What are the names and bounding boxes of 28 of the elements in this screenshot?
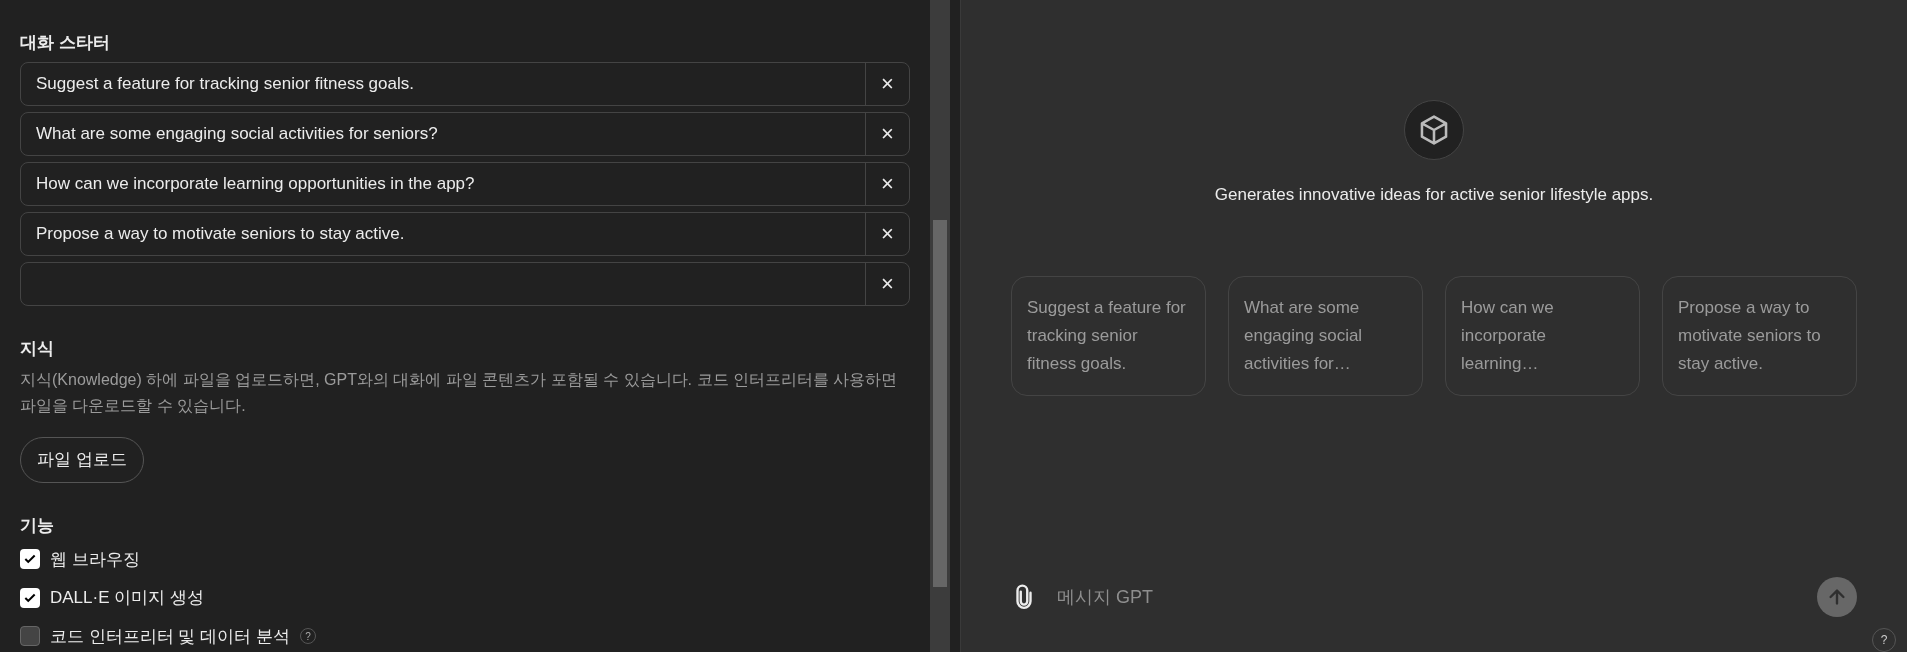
scrollbar[interactable] bbox=[930, 0, 950, 652]
section-description: 지식(Knowledge) 하에 파일을 업로드하면, GPT와의 대화에 파일 콘텐츠가 포함될 수 있습니다. 코드 인터프리터를 사용하면 파일을 다운로드할 수 있습니다. bbox=[20, 370, 899, 416]
starter-card[interactable]: What are some engaging social activities for… bbox=[1228, 275, 1423, 396]
section-title: 지식 bbox=[20, 337, 55, 360]
starter-field[interactable]: What are some engaging social activities for seniors? × bbox=[20, 111, 910, 156]
send-button[interactable] bbox=[1817, 577, 1857, 617]
starter-card[interactable]: Propose a way to motivate seniors to stay active. bbox=[1662, 275, 1857, 396]
starter-field[interactable]: How can we incorporate learning opportunities in the app? × bbox=[20, 161, 910, 206]
checkbox[interactable] bbox=[20, 587, 40, 608]
remove-button[interactable]: × bbox=[865, 112, 909, 155]
starter-card[interactable]: How can we incorporate learning… bbox=[1445, 275, 1640, 396]
remove-button[interactable]: × bbox=[865, 212, 909, 255]
starter-field[interactable]: Propose a way to motivate seniors to stay active. × bbox=[20, 211, 910, 256]
checkbox-label: 웹 브라우징 bbox=[50, 548, 140, 571]
remove-button[interactable]: × bbox=[865, 162, 909, 205]
starter-field[interactable]: × bbox=[20, 261, 910, 306]
checkbox[interactable] bbox=[20, 626, 40, 647]
checkbox-label: DALL·E 이미지 생성 bbox=[50, 587, 204, 609]
section-title: 기능 bbox=[20, 515, 55, 537]
section-title: 대화 스타터 bbox=[20, 32, 111, 54]
checkbox-label: 코드 인터프리터 및 데이터 분석 bbox=[50, 625, 290, 648]
checkbox[interactable] bbox=[20, 549, 40, 570]
message-input[interactable]: 메시지 GPT bbox=[1057, 583, 1817, 611]
starter-field[interactable]: Suggest a feature for tracking senior fitness goals. × bbox=[20, 61, 910, 106]
starter-card[interactable]: Suggest a feature for tracking senior fitness goals. bbox=[1011, 275, 1206, 396]
remove-button[interactable]: × bbox=[865, 62, 909, 105]
gpt-description: Generates innovative ideas for active senior lifestyle apps. bbox=[1213, 184, 1655, 206]
remove-button[interactable]: × bbox=[865, 262, 909, 305]
